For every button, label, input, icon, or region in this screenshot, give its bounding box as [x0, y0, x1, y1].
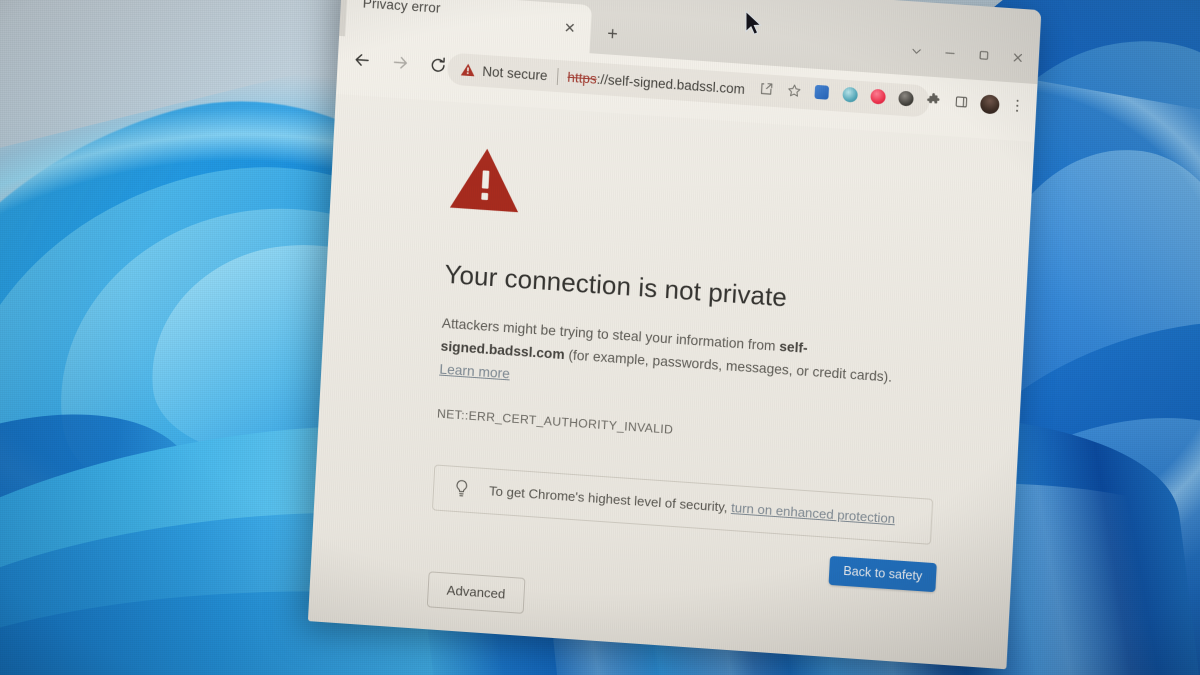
screenshot-stage: Privacy error ✕ + — [0, 0, 1200, 675]
photo-vignette — [0, 0, 1200, 675]
